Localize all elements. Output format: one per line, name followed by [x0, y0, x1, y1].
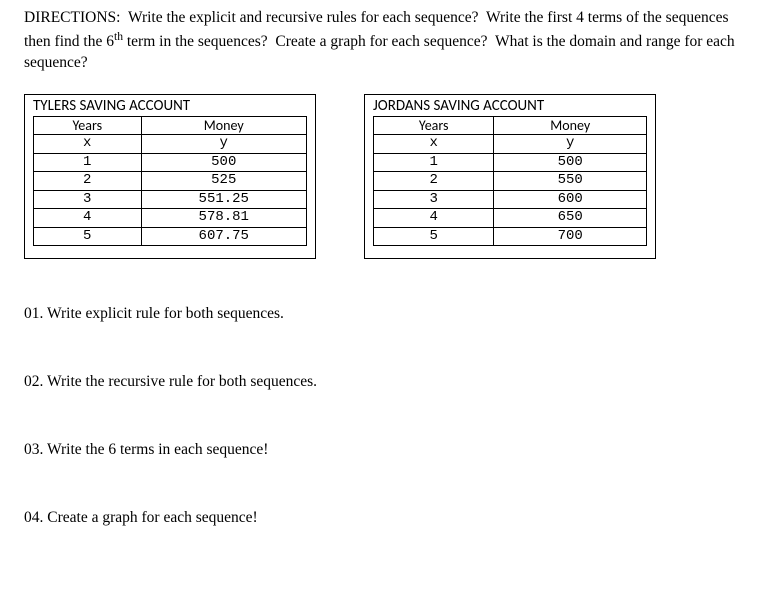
- table-row: 1 500: [374, 153, 647, 172]
- table-row: 3 600: [374, 190, 647, 209]
- cell-y: 700: [494, 227, 647, 246]
- cell-x: 4: [34, 209, 142, 228]
- questions-list: 01. Write explicit rule for both sequenc…: [24, 305, 753, 527]
- tylers-account-box: TYLERS SAVING ACCOUNT Years Money x y 1 …: [24, 94, 316, 260]
- col-sub-x: x: [374, 135, 494, 154]
- cell-x: 1: [34, 153, 142, 172]
- jordans-account-title: JORDANS SAVING ACCOUNT: [373, 97, 647, 116]
- cell-x: 2: [374, 172, 494, 191]
- cell-x: 5: [374, 227, 494, 246]
- table-row: 1 500: [34, 153, 307, 172]
- cell-x: 2: [34, 172, 142, 191]
- cell-y: 650: [494, 209, 647, 228]
- table-row: 3 551.25: [34, 190, 307, 209]
- question-01: 01. Write explicit rule for both sequenc…: [24, 305, 753, 323]
- cell-y: 525: [141, 172, 306, 191]
- directions-block: DIRECTIONS: Write the explicit and recur…: [24, 8, 753, 74]
- tylers-account-table: Years Money x y 1 500 2 525 3 551.25 4 5…: [33, 116, 307, 247]
- jordans-account-box: JORDANS SAVING ACCOUNT Years Money x y 1…: [364, 94, 656, 260]
- cell-y: 607.75: [141, 227, 306, 246]
- table-row: x y: [374, 135, 647, 154]
- cell-x: 4: [374, 209, 494, 228]
- question-04: 04. Create a graph for each sequence!: [24, 509, 753, 527]
- col-header-years: Years: [374, 116, 494, 135]
- cell-x: 3: [374, 190, 494, 209]
- tables-container: TYLERS SAVING ACCOUNT Years Money x y 1 …: [24, 94, 753, 260]
- directions-text: Write the explicit and recursive rules f…: [24, 9, 735, 71]
- question-03: 03. Write the 6 terms in each sequence!: [24, 441, 753, 459]
- table-row: 4 650: [374, 209, 647, 228]
- col-sub-y: y: [494, 135, 647, 154]
- tylers-account-title: TYLERS SAVING ACCOUNT: [33, 97, 307, 116]
- col-sub-y: y: [141, 135, 306, 154]
- cell-x: 3: [34, 190, 142, 209]
- question-02: 02. Write the recursive rule for both se…: [24, 373, 753, 391]
- table-row: Years Money: [374, 116, 647, 135]
- table-row: 2 525: [34, 172, 307, 191]
- col-header-years: Years: [34, 116, 142, 135]
- cell-x: 5: [34, 227, 142, 246]
- table-row: 2 550: [374, 172, 647, 191]
- col-sub-x: x: [34, 135, 142, 154]
- table-row: x y: [34, 135, 307, 154]
- table-row: 4 578.81: [34, 209, 307, 228]
- col-header-money: Money: [141, 116, 306, 135]
- cell-y: 500: [141, 153, 306, 172]
- table-row: Years Money: [34, 116, 307, 135]
- cell-y: 600: [494, 190, 647, 209]
- directions-label: DIRECTIONS:: [24, 9, 120, 26]
- col-header-money: Money: [494, 116, 647, 135]
- table-row: 5 700: [374, 227, 647, 246]
- cell-y: 550: [494, 172, 647, 191]
- cell-x: 1: [374, 153, 494, 172]
- table-row: 5 607.75: [34, 227, 307, 246]
- jordans-account-table: Years Money x y 1 500 2 550 3 600 4 650: [373, 116, 647, 247]
- cell-y: 500: [494, 153, 647, 172]
- cell-y: 578.81: [141, 209, 306, 228]
- cell-y: 551.25: [141, 190, 306, 209]
